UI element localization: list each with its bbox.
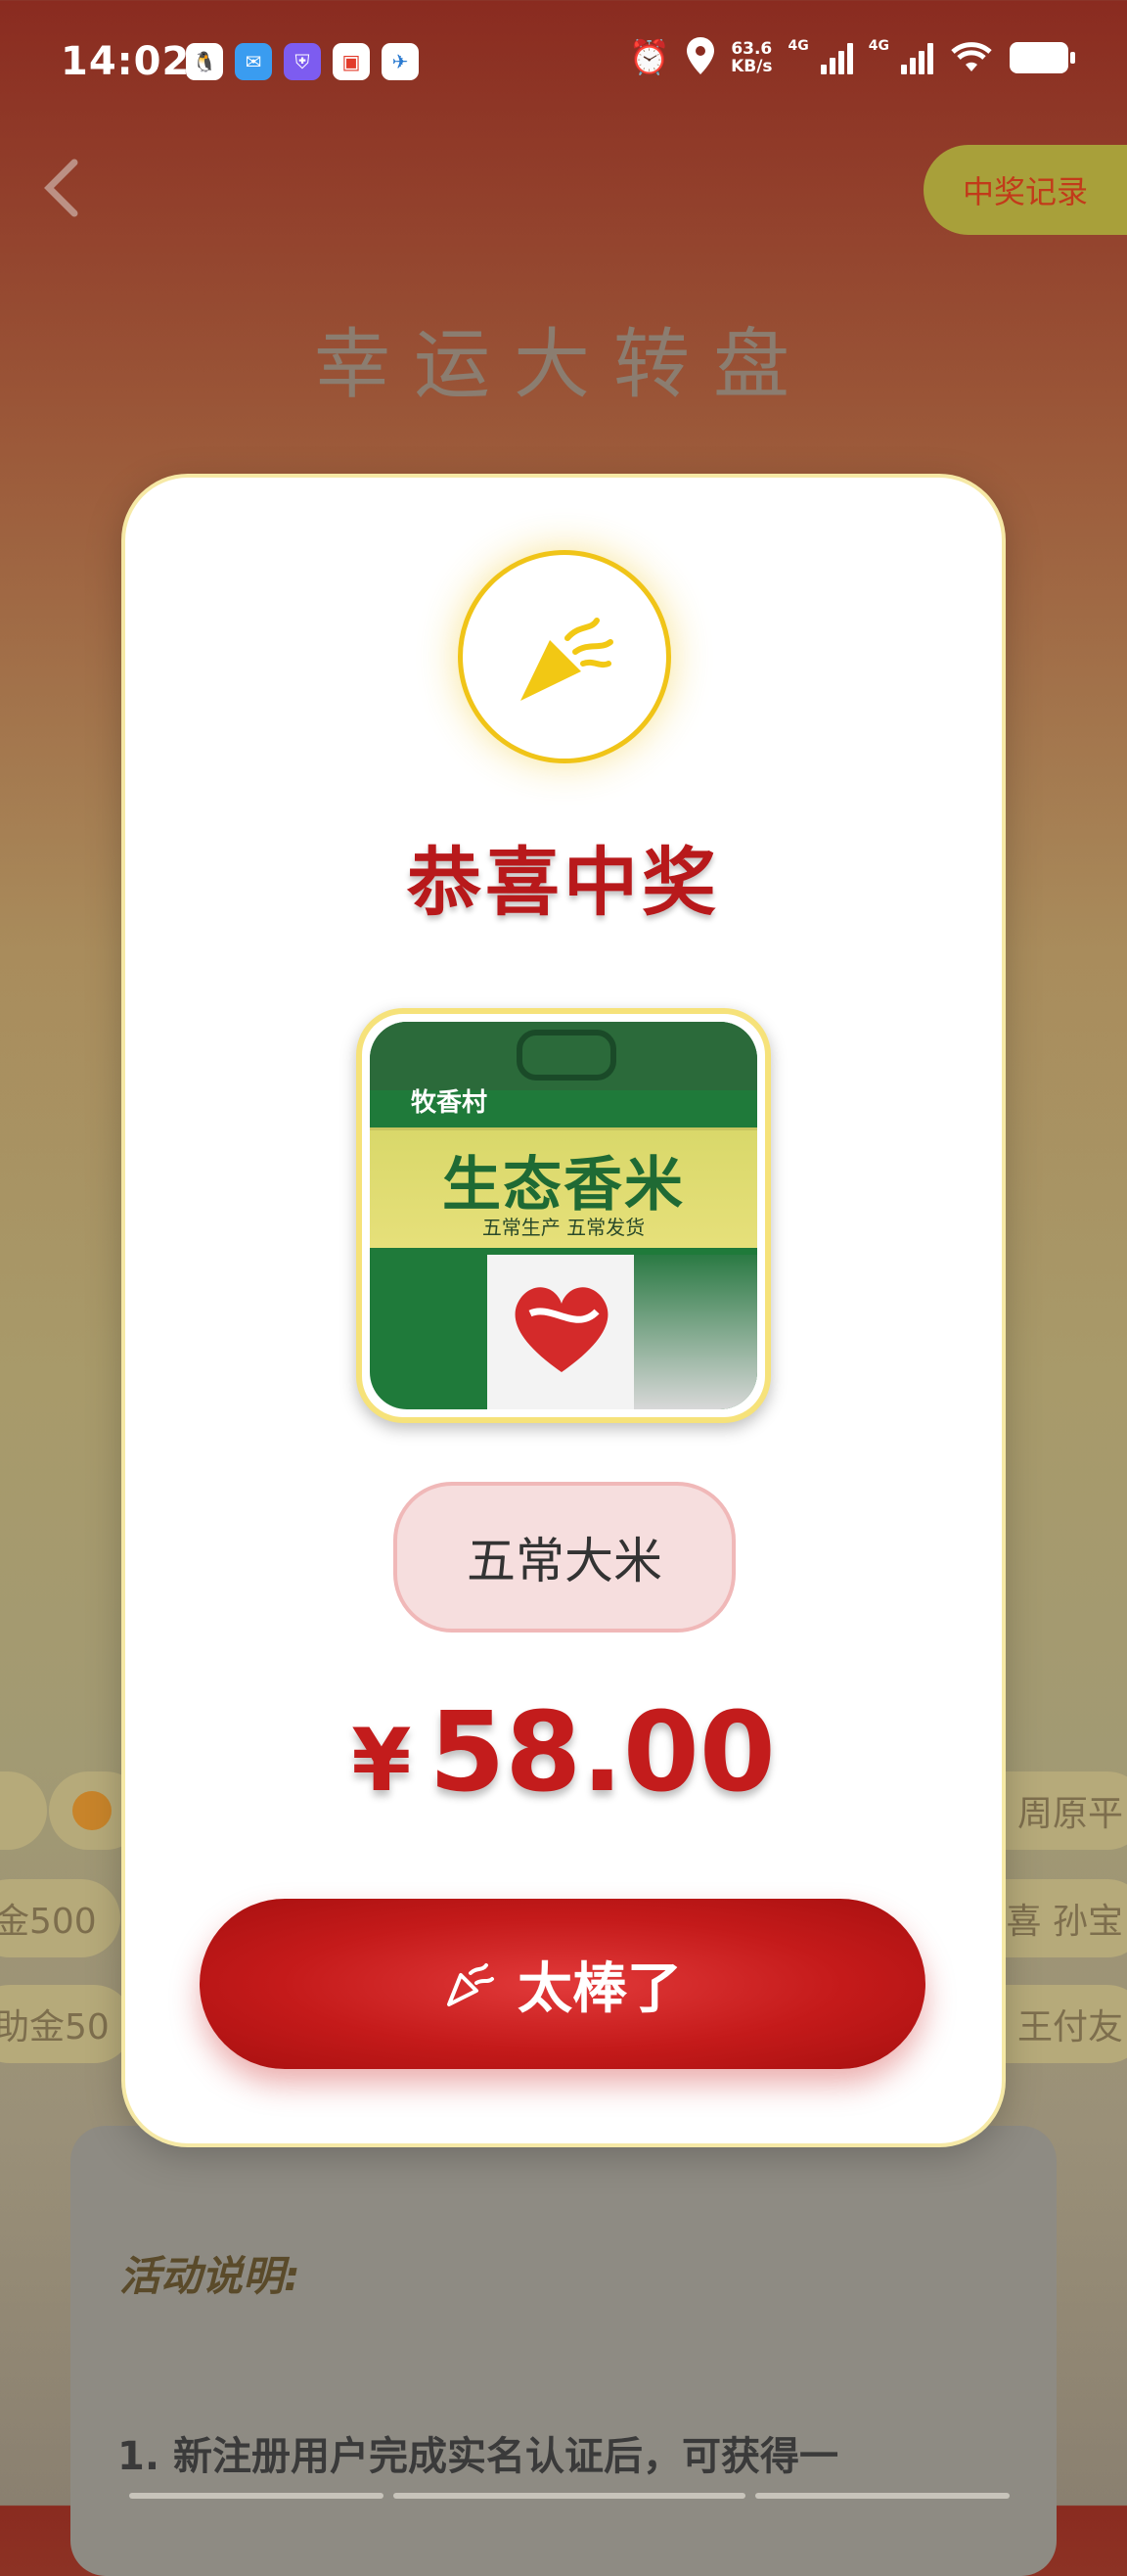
winner-ticker-left-2: 金500 [0, 1879, 120, 1957]
heart-logo-icon [515, 1287, 609, 1372]
signal-bars-2-icon [901, 41, 933, 74]
network-speed: 63.6 KB/s [731, 40, 772, 75]
party-badge [458, 550, 671, 763]
back-button[interactable] [39, 157, 98, 217]
party-popper-icon [520, 618, 613, 701]
battery-icon [1010, 42, 1075, 73]
bag-handle-hole [517, 1030, 616, 1081]
price-currency: ¥ [351, 1710, 412, 1811]
qq-app-icon: 🐧 [186, 43, 223, 80]
prize-modal: 恭喜中奖 牧香村 生态香米 五常生产 五常发货 五常大米 ¥58.00 太棒了 [125, 478, 1002, 2143]
chevron-left-icon [44, 159, 78, 217]
price-value: 58.00 [428, 1689, 776, 1817]
rules-line-1: 1. 新注册用户完成实名认证后，可获得一 [117, 2434, 838, 2479]
rules-divider [129, 2493, 1010, 2499]
network-speed-unit: KB/s [731, 57, 773, 76]
system-status: ⏰ 63.6 KB/s 4G 4G [628, 37, 1075, 78]
prize-name-badge: 五常大米 [393, 1482, 736, 1633]
confirm-great-button[interactable]: 太棒了 [200, 1899, 925, 2069]
calendar-app-icon: ▣ [333, 43, 370, 80]
signal-bars-1-icon [820, 41, 853, 74]
prize-image: 牧香村 生态香米 五常生产 五常发货 [370, 1022, 757, 1409]
winner-ticker-text: 助金50 [0, 2007, 110, 2047]
network-speed-value: 63.6 [731, 39, 773, 59]
winner-ticker-left-3: 助金50 [0, 1985, 133, 2063]
modal-title: 恭喜中奖 [407, 839, 720, 926]
rules-card: 活动说明: 1. 新注册用户完成实名认证后，可获得一 [70, 2126, 1057, 2576]
signal-type-1: 4G [788, 38, 809, 54]
notification-icons: 🐧 ✉ ⛨ ▣ ✈ [186, 43, 419, 80]
confirm-button-label: 太棒了 [518, 1956, 682, 2021]
win-records-button[interactable]: 中奖记录 [924, 145, 1127, 235]
bird-app-icon: ✈ [382, 43, 419, 80]
shield-app-icon: ⛨ [284, 43, 321, 80]
prize-product: 生态香米 [442, 1151, 685, 1219]
party-popper-icon [443, 1957, 496, 2010]
status-time: 14:02 [61, 39, 191, 84]
page-title: 幸运大转盘 [313, 321, 813, 409]
winner-ticker-left-1 [0, 1771, 47, 1850]
signal-type-2: 4G [868, 38, 889, 54]
prize-price: ¥58.00 [125, 1689, 1002, 1817]
avatar-icon [72, 1791, 112, 1830]
prize-subtitle: 五常生产 五常发货 [481, 1216, 646, 1239]
winner-ticker-text: 金500 [0, 1902, 97, 1942]
location-icon [686, 37, 715, 78]
prize-brand: 牧香村 [411, 1088, 488, 1118]
wifi-icon [949, 38, 994, 77]
chat-app-icon: ✉ [235, 43, 272, 80]
prize-image-frame: 牧香村 生态香米 五常生产 五常发货 [356, 1008, 771, 1423]
alarm-icon: ⏰ [628, 38, 671, 77]
rules-title: 活动说明: [119, 2252, 300, 2300]
status-bar: 14:02 🐧 ✉ ⛨ ▣ ✈ ⏰ 63.6 KB/s 4G 4G [0, 0, 1127, 137]
bag-right-panel [634, 1255, 757, 1409]
